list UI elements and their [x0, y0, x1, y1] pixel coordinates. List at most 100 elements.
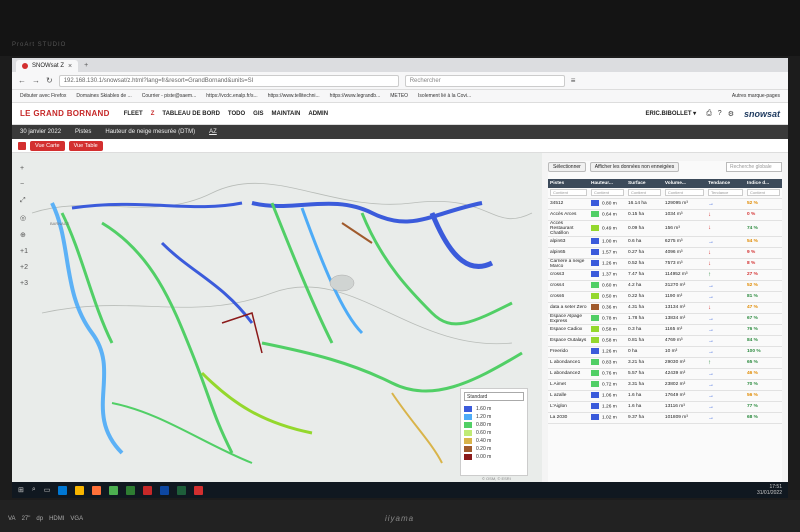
global-search-input[interactable]: Recherche globale	[726, 162, 782, 172]
column-header[interactable]: Tendance	[706, 179, 746, 188]
table-row[interactable]: alpin65 1.57 m 0.27 ha 4096 m³ ↓ 9 %	[548, 247, 782, 259]
bookmark-item[interactable]: Débuter avec Firefox	[20, 93, 66, 99]
nav-dashboard[interactable]: TABLEAU DE BORD	[162, 111, 220, 117]
select-button[interactable]: Sélectionner	[548, 162, 586, 172]
plus-two-button[interactable]: +2	[20, 264, 28, 271]
outlook-icon[interactable]	[160, 485, 170, 495]
snow-depth-map[interactable]: + − ⤢ ◎ ⊕ +1 +2 +3 BARNACE Standard 1.60…	[12, 153, 542, 483]
browser-tab[interactable]: SNOWsat Z ×	[16, 60, 79, 72]
zoom-in-icon[interactable]: +	[20, 165, 28, 172]
acrobat-icon[interactable]	[194, 485, 204, 495]
print-icon[interactable]: ⎙	[706, 110, 712, 118]
table-view-button[interactable]: Vue Table	[68, 140, 103, 151]
firefox-icon[interactable]	[92, 485, 102, 495]
table-row[interactable]: Espace Alpage Express 0.78 m 1.78 ha 13834 …	[548, 313, 782, 325]
az-toggle[interactable]: AZ	[209, 129, 217, 135]
layer-snow-depth[interactable]: Hauteur de neige mesurée (DTM)	[105, 129, 195, 135]
plus-one-button[interactable]: +1	[20, 248, 28, 255]
column-filter-input[interactable]: Contient	[747, 189, 780, 197]
user-menu[interactable]: ERIC.BIBOLLET ▾	[646, 110, 697, 117]
bookmark-item[interactable]: https://www.legrandb...	[330, 93, 381, 99]
column-filter-input[interactable]: Contient	[664, 189, 705, 197]
map-view-button[interactable]: Vue Carte	[30, 140, 65, 151]
table-row[interactable]: L abondance1 0.83 m 3.21 ha 29030 m³ ↑ 65 %	[548, 357, 782, 369]
table-row[interactable]: L'Aiglon 1.26 m 1.6 ha 13116 m³ → 77 %	[548, 401, 782, 413]
nav-gis[interactable]: GIS	[253, 111, 263, 117]
browser-tabbar: SNOWsat Z × +	[12, 58, 788, 72]
layers-icon[interactable]: ⊕	[20, 231, 28, 239]
nav-todo[interactable]: TODO	[228, 111, 245, 117]
bookmark-item[interactable]: METEO	[390, 93, 408, 99]
system-clock[interactable]: 17:51 31/01/2022	[757, 484, 782, 496]
bookmark-item[interactable]: https://www.tellitechni...	[268, 93, 320, 99]
bookmark-item[interactable]: Isolement lié à la Covi...	[418, 93, 471, 99]
chrome-icon[interactable]	[109, 485, 119, 495]
forward-icon[interactable]: →	[32, 76, 40, 85]
search-icon[interactable]: ⌕	[32, 486, 36, 494]
bookmark-item[interactable]: https://vcdc.enalp.fr/s...	[206, 93, 257, 99]
fullscreen-icon[interactable]: ⤢	[20, 197, 28, 205]
cell-trend: →	[706, 368, 746, 380]
new-tab-icon[interactable]: +	[84, 62, 88, 69]
column-filter-input[interactable]: Tendance	[708, 189, 744, 197]
nav-maintain[interactable]: MAINTAIN	[272, 111, 301, 117]
column-header[interactable]: Volume...	[662, 179, 707, 188]
table-row[interactable]: L Aimet 0.72 m 3.31 ha 23802 m³ → 70 %	[548, 379, 782, 391]
resort-logo[interactable]: LE GRAND BORNAND	[20, 109, 110, 118]
table-row[interactable]: Freerido 1.26 m 0 ha 10 m³ → 100 %	[548, 346, 782, 358]
legend-label: 0.60 m	[476, 430, 492, 436]
nav-admin[interactable]: ADMIN	[308, 111, 328, 117]
app-icon[interactable]	[143, 485, 153, 495]
start-icon[interactable]: ⊞	[18, 486, 24, 494]
menu-icon[interactable]: ≡	[571, 76, 576, 85]
table-row[interactable]: L azalle 1.06 m 1.6 ha 17649 m³ → 56 %	[548, 390, 782, 402]
close-tab-icon[interactable]: ×	[68, 63, 72, 70]
column-header[interactable]: Surface	[625, 179, 663, 188]
reload-icon[interactable]: ↻	[46, 76, 53, 85]
table-row[interactable]: Accès Restaurant Chatillon 0.49 m 0.09 ha 1…	[548, 220, 782, 237]
bookmark-item[interactable]: Domaines Skiables de ...	[76, 93, 131, 99]
excel-icon[interactable]	[177, 485, 187, 495]
bookmark-item[interactable]: Courrier - piste@saem...	[142, 93, 197, 99]
column-filter-input[interactable]: Contient	[591, 189, 624, 197]
table-row[interactable]: alpin63 1.00 m 0.6 ha 6275 m³ → 54 %	[548, 236, 782, 248]
task-view-icon[interactable]: ▭	[44, 486, 51, 494]
table-row[interactable]: La 2030 1.02 m 9.37 ha 101809 m³ → 68 %	[548, 412, 782, 424]
column-filter-input[interactable]: Contient	[627, 189, 661, 197]
locate-icon[interactable]: ◎	[20, 214, 28, 222]
date-selector[interactable]: 30 janvier 2022	[20, 129, 61, 135]
table-row[interactable]: data a seter Zero 0.36 m 4.31 ha 13134 m³ ↓ 4…	[548, 302, 782, 314]
table-row[interactable]: Espace Outalays 0.58 m 0.81 ha 4769 m³ → 84 %	[548, 335, 782, 347]
back-icon[interactable]: ←	[18, 76, 26, 85]
table-row[interactable]: cross3 1.37 m 7.47 ha 114952 m³ ↑ 27 %	[548, 269, 782, 281]
qgis-icon[interactable]	[126, 485, 136, 495]
table-row[interactable]: Carrière à neige Marco 1.26 m 0.52 ha 7573 …	[548, 258, 782, 270]
table-row[interactable]: cross4 0.60 m 4.2 ha 31270 m³ → 52 %	[548, 280, 782, 292]
column-filter-input[interactable]: Contient	[550, 189, 588, 197]
nav-fleet[interactable]: FLEET	[124, 111, 143, 117]
zoom-out-icon[interactable]: −	[20, 181, 28, 188]
show-unsnowed-button[interactable]: Afficher les données non enneigées	[589, 162, 680, 172]
column-header[interactable]: Pistes	[548, 179, 590, 188]
legend-style-select[interactable]: Standard	[464, 392, 524, 401]
browser-search-field[interactable]: Rechercher	[404, 74, 565, 87]
plus-three-button[interactable]: +3	[20, 280, 28, 287]
nav-z[interactable]: Z	[151, 111, 155, 117]
cell-volume: 10 m³	[662, 346, 707, 358]
other-bookmarks[interactable]: Autres marque-pages	[732, 93, 780, 99]
table-row[interactable]: Accès Arces 0.64 m 0.15 ha 1034 m³ ↓ 0 %	[548, 209, 782, 221]
lock-icon[interactable]	[18, 141, 26, 150]
layer-pistes[interactable]: Pistes	[75, 129, 91, 135]
column-header[interactable]: Indice d...	[745, 179, 782, 188]
file-explorer-icon[interactable]	[75, 485, 85, 495]
settings-icon[interactable]: ⚙	[728, 110, 734, 118]
table-row[interactable]: Espace Cadiox 0.58 m 0.3 ha 1165 m³ → 76 %	[548, 324, 782, 336]
volume-value: 6275 m³	[664, 239, 683, 244]
edge-icon[interactable]	[58, 485, 68, 495]
column-header[interactable]: Hauteur...	[589, 179, 626, 188]
table-row[interactable]: cross6 0.50 m 0.22 ha 1190 m³ → 81 %	[548, 291, 782, 303]
help-icon[interactable]: ?	[718, 110, 722, 118]
table-row[interactable]: L abondance2 0.76 m 5.57 ha 42439 m³ → 46 %	[548, 368, 782, 380]
url-field[interactable]: 192.168.130.1/snowsat/z.html?lang=fr&res…	[58, 74, 399, 87]
table-row[interactable]: 34512 0.80 m 16.14 ha 129095 m³ → 52 %	[548, 198, 782, 210]
